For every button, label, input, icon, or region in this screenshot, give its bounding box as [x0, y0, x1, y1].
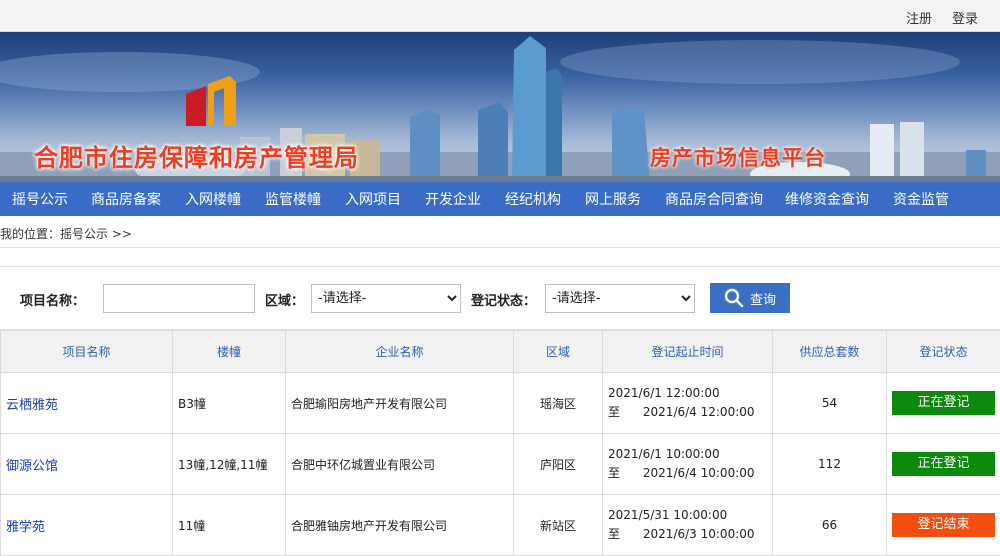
project-link[interactable]: 云栖雅苑 — [1, 398, 58, 413]
project-link[interactable]: 御源公馆 — [1, 459, 58, 474]
col-header-district: 区域 — [513, 330, 603, 373]
col-header-status: 登记状态 — [886, 330, 1000, 373]
period-start: 2021/6/1 12:00:00 — [608, 386, 720, 400]
units-cell: 66 — [772, 494, 887, 556]
company-cell: 合肥瑜阳房地产开发有限公司 — [285, 372, 514, 434]
col-header-units: 供应总套数 — [772, 330, 887, 373]
status-badge[interactable]: 正在登记 — [892, 391, 995, 415]
period-start: 2021/5/31 10:00:00 — [608, 508, 728, 522]
project-cell: 御源公馆 — [0, 433, 173, 495]
period-cell: 2021/6/1 12:00:00 至 2021/6/4 12:00:00 — [602, 372, 773, 434]
nav-item-online-service[interactable]: 网上服务 — [585, 189, 641, 209]
period-to-label: 至 — [608, 405, 621, 419]
top-bar: 注册 登录 — [0, 0, 1000, 32]
login-link[interactable]: 登录 — [952, 8, 978, 27]
period-start: 2021/6/1 10:00:00 — [608, 447, 720, 461]
col-header-company: 企业名称 — [285, 330, 514, 373]
project-name-label: 项目名称： — [20, 294, 86, 309]
nav-item-maintenance-fund[interactable]: 维修资金查询 — [785, 189, 869, 209]
query-button[interactable]: 查询 — [710, 283, 790, 313]
district-label: 区域： — [265, 294, 305, 309]
status-badge[interactable]: 登记结束 — [892, 513, 995, 537]
nav-item-commercial-filing[interactable]: 商品房备案 — [91, 189, 161, 209]
period-end: 2021/6/3 10:00:00 — [642, 527, 755, 541]
nav-item-network-buildings[interactable]: 入网楼幢 — [185, 189, 241, 209]
project-cell: 云栖雅苑 — [0, 372, 173, 434]
buildings-cell: B3幢 — [172, 372, 286, 434]
district-cell: 新站区 — [513, 494, 603, 556]
breadcrumb: 我的位置：摇号公示 >> — [0, 216, 1000, 248]
period-end: 2021/6/4 12:00:00 — [642, 405, 755, 419]
table-row: 御源公馆 13幢,12幢,11幢 合肥中环亿城置业有限公司 庐阳区 2021/6… — [0, 433, 1000, 495]
period-to-label: 至 — [608, 466, 621, 480]
status-cell: 正在登记 — [886, 433, 1000, 495]
units-cell: 112 — [772, 433, 887, 495]
table-row: 雅学苑 11幢 合肥雅铀房地产开发有限公司 新站区 2021/5/31 10:0… — [0, 494, 1000, 556]
col-header-buildings: 楼幢 — [172, 330, 286, 373]
table-row: 云栖雅苑 B3幢 合肥瑜阳房地产开发有限公司 瑶海区 2021/6/1 12:0… — [0, 372, 1000, 434]
col-header-project: 项目名称 — [0, 330, 173, 373]
status-label: 登记状态： — [471, 294, 537, 309]
period-cell: 2021/6/1 10:00:00 至 2021/6/4 10:00:00 — [602, 433, 773, 495]
status-cell: 正在登记 — [886, 372, 1000, 434]
nav-item-brokers[interactable]: 经纪机构 — [505, 189, 561, 209]
period-end: 2021/6/4 10:00:00 — [642, 466, 755, 480]
query-button-label: 查询 — [749, 292, 776, 308]
lottery-table: 项目名称 楼幢 企业名称 区域 登记起止时间 供应总套数 登记状态 云栖雅苑 B… — [0, 330, 1000, 556]
period-to-label: 至 — [608, 527, 621, 541]
company-cell: 合肥雅铀房地产开发有限公司 — [285, 494, 514, 556]
status-badge[interactable]: 正在登记 — [892, 452, 995, 476]
main-nav: 摇号公示 商品房备案 入网楼幢 监管楼幢 入网项目 开发企业 经纪机构 网上服务… — [0, 182, 1000, 216]
search-panel: 项目名称： 区域： -请选择- 登记状态： -请选择- 查询 — [0, 266, 1000, 330]
project-name-input[interactable] — [103, 284, 255, 313]
search-icon — [724, 288, 744, 308]
period-cell: 2021/5/31 10:00:00 至 2021/6/3 10:00:00 — [602, 494, 773, 556]
nav-item-developers[interactable]: 开发企业 — [425, 189, 481, 209]
nav-item-network-projects[interactable]: 入网项目 — [345, 189, 401, 209]
district-cell: 庐阳区 — [513, 433, 603, 495]
platform-title: 房产市场信息平台 — [650, 146, 826, 170]
district-cell: 瑶海区 — [513, 372, 603, 434]
status-cell: 登记结束 — [886, 494, 1000, 556]
register-link[interactable]: 注册 — [906, 8, 932, 27]
col-header-period: 登记起止时间 — [602, 330, 773, 373]
nav-item-supervised-buildings[interactable]: 监管楼幢 — [265, 189, 321, 209]
buildings-cell: 11幢 — [172, 494, 286, 556]
table-header-row: 项目名称 楼幢 企业名称 区域 登记起止时间 供应总套数 登记状态 — [0, 330, 1000, 373]
project-cell: 雅学苑 — [0, 494, 173, 556]
units-cell: 54 — [772, 372, 887, 434]
company-cell: 合肥中环亿城置业有限公司 — [285, 433, 514, 495]
district-select[interactable]: -请选择- — [311, 284, 461, 313]
project-link[interactable]: 雅学苑 — [1, 520, 45, 535]
org-title: 合肥市住房保障和房产管理局 — [34, 144, 359, 172]
status-select[interactable]: -请选择- — [545, 284, 695, 313]
nav-item-lottery[interactable]: 摇号公示 — [12, 189, 68, 209]
buildings-cell: 13幢,12幢,11幢 — [172, 433, 286, 495]
nav-item-contract-query[interactable]: 商品房合同查询 — [665, 189, 763, 209]
nav-item-fund-supervision[interactable]: 资金监管 — [893, 189, 949, 209]
site-banner: 合肥市住房保障和房产管理局 房产市场信息平台 — [0, 32, 1000, 182]
